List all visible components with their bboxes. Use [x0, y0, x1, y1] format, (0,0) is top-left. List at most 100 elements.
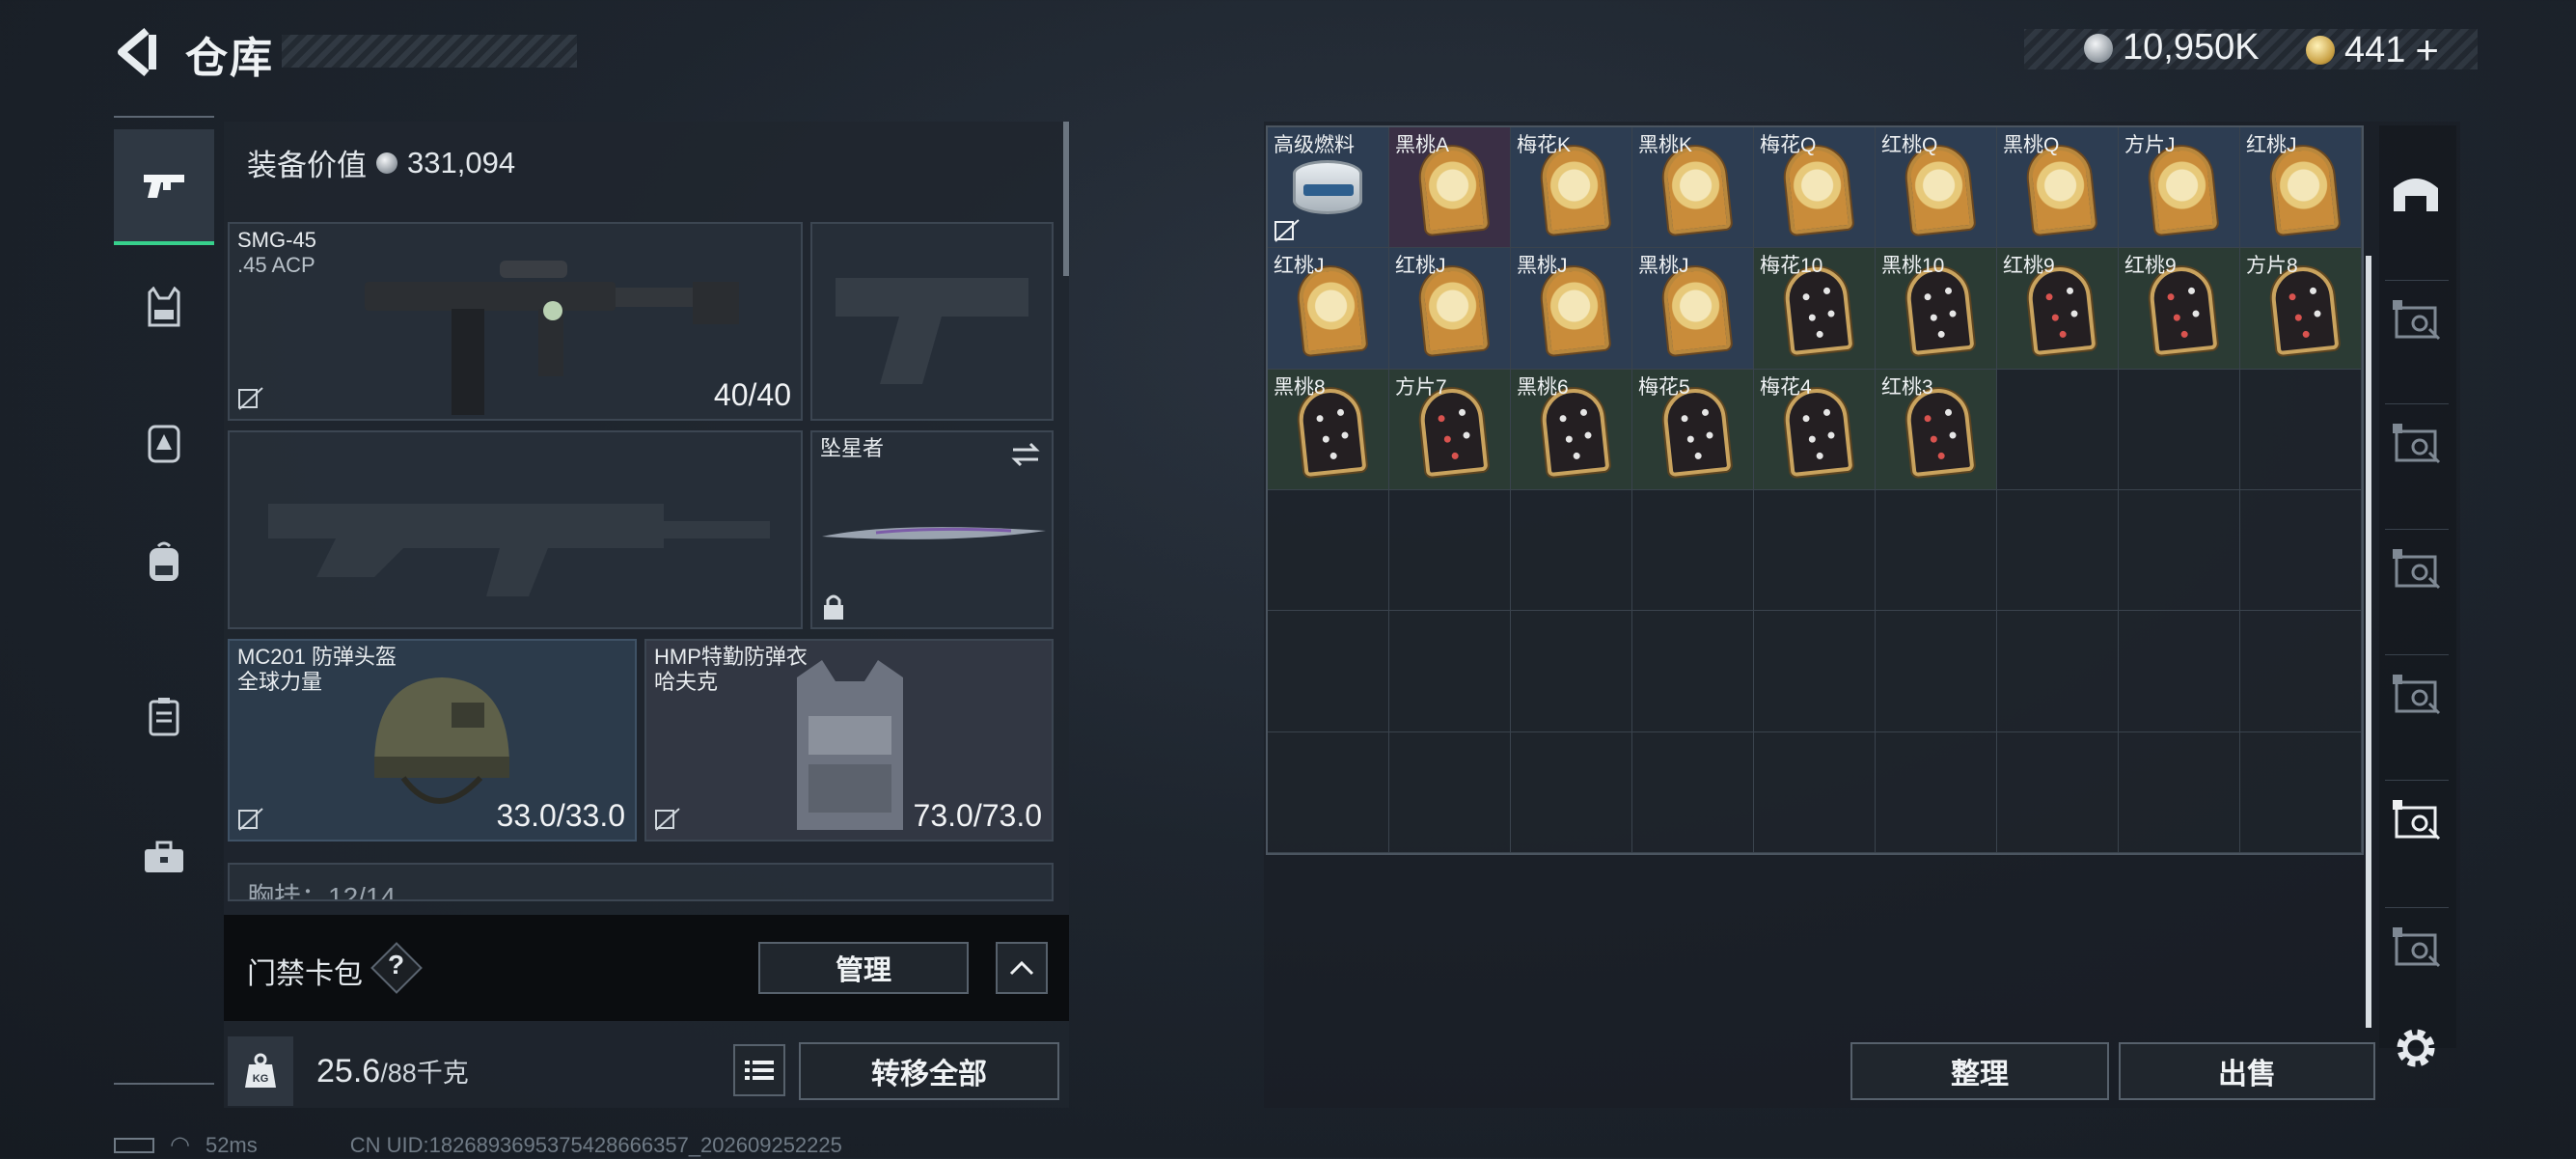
- inventory-item[interactable]: 黑桃A: [1389, 127, 1511, 249]
- inventory-item[interactable]: 红桃J: [1389, 248, 1511, 370]
- gun-icon: [144, 175, 184, 198]
- empty-slot[interactable]: [2240, 611, 2362, 732]
- empty-slot[interactable]: [1997, 490, 2119, 612]
- empty-slot[interactable]: [1389, 490, 1511, 612]
- sell-button[interactable]: 出售: [2119, 1042, 2375, 1100]
- sort-button[interactable]: 整理: [1850, 1042, 2109, 1100]
- tab-storage-6[interactable]: [2385, 907, 2449, 985]
- empty-slot[interactable]: [1876, 490, 1997, 612]
- sidebar-item-container[interactable]: [114, 658, 214, 774]
- inventory-item[interactable]: 红桃J: [1268, 248, 1389, 370]
- empty-slot[interactable]: [1511, 731, 1632, 853]
- storage-scrollbar[interactable]: [2366, 256, 2371, 1028]
- loadout-scrollbar[interactable]: [1063, 122, 1069, 276]
- inventory-item[interactable]: 黑桃K: [1632, 127, 1754, 249]
- inventory-item[interactable]: 黑桃8: [1268, 369, 1389, 490]
- inventory-item[interactable]: 红桃9: [1997, 248, 2119, 370]
- inventory-item[interactable]: 梅花5: [1632, 369, 1754, 490]
- inventory-item[interactable]: 梅花4: [1754, 369, 1876, 490]
- inventory-item[interactable]: 黑桃6: [1511, 369, 1632, 490]
- empty-slot[interactable]: [1876, 731, 1997, 853]
- toolbox-icon: [145, 841, 183, 872]
- empty-slot[interactable]: [2119, 490, 2240, 612]
- inventory-item[interactable]: 方片8: [2240, 248, 2362, 370]
- inventory-item[interactable]: 红桃Q: [1876, 127, 1997, 249]
- empty-slot[interactable]: [1997, 369, 2119, 490]
- empty-slot[interactable]: [1511, 490, 1632, 612]
- battery-icon: [114, 1137, 154, 1153]
- secondary-weapon-slot[interactable]: [228, 430, 803, 629]
- sidebar-item-chest-rig[interactable]: [114, 249, 214, 365]
- empty-slot[interactable]: [2240, 490, 2362, 612]
- empty-slot[interactable]: [1268, 490, 1389, 612]
- pistol-slot[interactable]: [810, 222, 1054, 421]
- manage-button[interactable]: 管理: [758, 942, 969, 994]
- inventory-item[interactable]: 黑桃10: [1876, 248, 1997, 370]
- empty-slot[interactable]: [1997, 731, 2119, 853]
- inventory-item[interactable]: 方片7: [1389, 369, 1511, 490]
- chest-rig-row[interactable]: 胸挂：12/14: [228, 863, 1054, 901]
- tab-armory[interactable]: [2385, 154, 2447, 228]
- armory-icon: [2394, 179, 2438, 211]
- empty-slot[interactable]: [1389, 611, 1511, 732]
- item-name: 黑桃Q: [2003, 134, 2060, 156]
- settings-button[interactable]: [2391, 1023, 2441, 1073]
- silver-coin-icon: [2084, 33, 2113, 63]
- transfer-all-button[interactable]: 转移全部: [799, 1042, 1059, 1100]
- empty-slot[interactable]: [1268, 731, 1389, 853]
- equipment-value-amount: 331,094: [407, 145, 516, 179]
- empty-slot[interactable]: [1754, 490, 1876, 612]
- armor-slot[interactable]: HMP特勤防弹衣 哈夫克 73.0/73.0: [644, 639, 1054, 842]
- helmet-slot[interactable]: MC201 防弹头盔 全球力量 33.0/33.0: [228, 639, 637, 842]
- empty-slot[interactable]: [1876, 611, 1997, 732]
- item-name: 梅花10: [1760, 255, 1823, 278]
- empty-slot[interactable]: [1268, 611, 1389, 732]
- empty-slot[interactable]: [1632, 731, 1754, 853]
- tab-storage-3[interactable]: [2385, 529, 2449, 607]
- inventory-item[interactable]: 红桃J: [2240, 127, 2362, 249]
- empty-slot[interactable]: [2240, 369, 2362, 490]
- inventory-item[interactable]: 黑桃J: [1511, 248, 1632, 370]
- empty-slot[interactable]: [1632, 490, 1754, 612]
- empty-slot[interactable]: [1754, 731, 1876, 853]
- empty-slot[interactable]: [2119, 369, 2240, 490]
- inventory-item[interactable]: 梅花K: [1511, 127, 1632, 249]
- item-name: 黑桃J: [1638, 255, 1689, 278]
- list-view-button[interactable]: [733, 1044, 785, 1096]
- inventory-item[interactable]: 梅花Q: [1754, 127, 1876, 249]
- tab-storage-4[interactable]: [2385, 654, 2449, 732]
- empty-slot[interactable]: [1389, 731, 1511, 853]
- inventory-item[interactable]: 红桃3: [1876, 369, 1997, 490]
- item-name: 黑桃K: [1638, 134, 1693, 156]
- inventory-item[interactable]: 红桃9: [2119, 248, 2240, 370]
- item-name: 高级燃料: [1274, 134, 1355, 156]
- inventory-item[interactable]: 方片J: [2119, 127, 2240, 249]
- sidebar-item-armor-pack[interactable]: [114, 384, 214, 500]
- tab-storage-5[interactable]: [2385, 780, 2449, 858]
- inventory-item[interactable]: 黑桃Q: [1997, 127, 2119, 249]
- empty-slot[interactable]: [2119, 611, 2240, 732]
- inventory-item[interactable]: 梅花10: [1754, 248, 1876, 370]
- tab-storage-1[interactable]: [2385, 280, 2449, 358]
- empty-slot[interactable]: [1632, 611, 1754, 732]
- inventory-item[interactable]: 黑桃J: [1632, 248, 1754, 370]
- inventory-item[interactable]: 高级燃料: [1268, 127, 1389, 249]
- status-bar: ◠ 52ms CN UID:1826893695375428666357_202…: [114, 1131, 842, 1159]
- gold-currency[interactable]: 441 +: [2306, 27, 2439, 73]
- sidebar-item-toolbox[interactable]: [114, 799, 214, 915]
- add-gold-icon[interactable]: +: [2415, 27, 2439, 73]
- back-button[interactable]: [114, 27, 158, 77]
- empty-slot[interactable]: [2240, 731, 2362, 853]
- empty-slot[interactable]: [1754, 611, 1876, 732]
- empty-slot[interactable]: [2119, 731, 2240, 853]
- sidebar-item-weapons[interactable]: [114, 129, 214, 245]
- swap-icon[interactable]: [1009, 440, 1042, 469]
- empty-slot[interactable]: [1997, 611, 2119, 732]
- sidebar-item-backpack[interactable]: [114, 504, 214, 620]
- empty-slot[interactable]: [1511, 611, 1632, 732]
- collapse-button[interactable]: [996, 942, 1048, 994]
- equipment-value: 装备价值 331,094: [247, 141, 515, 184]
- tab-storage-2[interactable]: [2385, 403, 2449, 482]
- melee-slot[interactable]: 坠星者: [810, 430, 1054, 629]
- primary-weapon-slot[interactable]: SMG-45 .45 ACP 40/40: [228, 222, 803, 421]
